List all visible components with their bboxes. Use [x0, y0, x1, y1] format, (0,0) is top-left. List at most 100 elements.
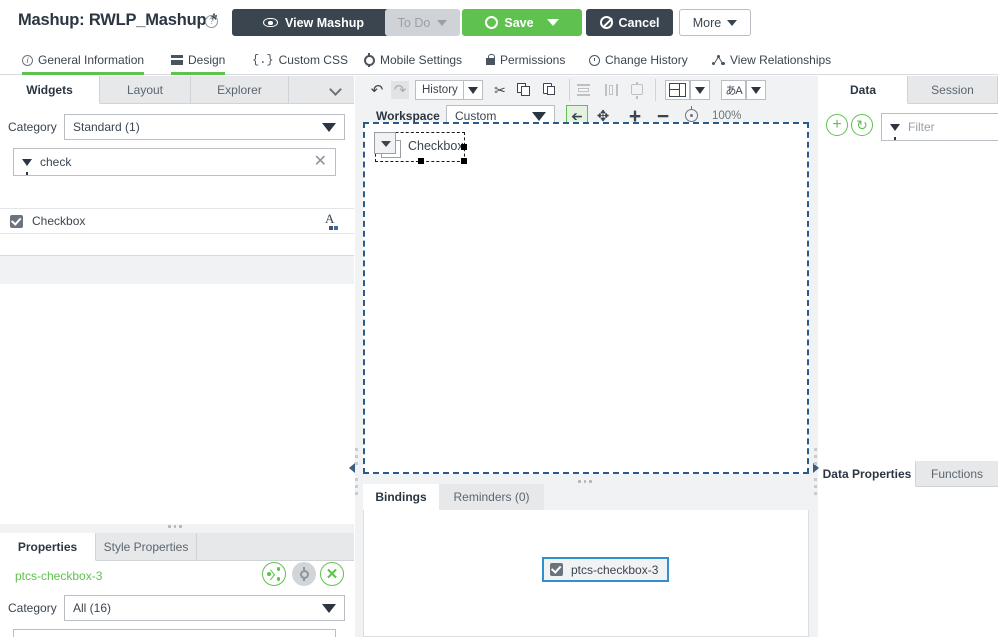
tab-custom-css[interactable]: {.} Custom CSS — [252, 45, 348, 75]
tab-functions[interactable]: Functions — [916, 461, 998, 487]
canvas-right-splitter[interactable] — [814, 448, 817, 465]
chevron-down-icon — [532, 111, 546, 121]
gear-icon[interactable] — [292, 562, 316, 586]
canvas-left-splitter-2[interactable] — [355, 478, 358, 495]
tab-mobile-settings[interactable]: Mobile Settings — [364, 45, 462, 75]
properties-panel: Properties Style Properties ptcs-checkbo… — [0, 533, 354, 637]
canvas-right-splitter-2[interactable] — [814, 478, 817, 495]
clear-filter-icon[interactable]: ✕ — [314, 154, 327, 170]
tab-explorer[interactable]: Explorer — [191, 76, 289, 104]
checkbox-icon — [550, 563, 563, 576]
tab-data-properties[interactable]: Data Properties — [819, 461, 916, 487]
tab-label: Permissions — [500, 53, 566, 67]
right-panel: Data Session + ↻ Filter Data Properties … — [819, 76, 998, 637]
tab-general-information[interactable]: i General Information — [22, 45, 145, 75]
widget-filter-input[interactable]: check ✕ — [13, 148, 336, 176]
chevron-down-icon — [727, 19, 738, 26]
resize-handle-e[interactable] — [461, 144, 467, 150]
data-filter-input[interactable]: Filter — [881, 113, 998, 141]
todo-label: To Do — [397, 15, 431, 30]
history-dropdown-button[interactable] — [463, 80, 483, 100]
tab-properties[interactable]: Properties — [0, 533, 96, 561]
bindings-panel-splitter[interactable] — [578, 480, 592, 483]
binding-chip-checkbox[interactable]: ptcs-checkbox-3 — [542, 557, 670, 582]
tab-data[interactable]: Data — [819, 76, 908, 104]
history-button[interactable]: History — [415, 80, 465, 100]
save-button[interactable]: Save — [462, 9, 582, 36]
refresh-circle-icon[interactable]: ↻ — [851, 114, 873, 136]
undo-arrow-icon[interactable]: ↶ — [368, 81, 386, 99]
more-button[interactable]: More — [679, 9, 751, 36]
cancel-button[interactable]: Cancel — [586, 9, 673, 36]
tab-label: Widgets — [26, 82, 73, 97]
design-canvas[interactable]: Checkbox — [363, 122, 809, 474]
chevron-down-icon — [322, 122, 336, 132]
property-filter-input[interactable]: Filter — [13, 629, 336, 637]
widgets-tabstrip: Widgets Layout Explorer — [0, 76, 354, 104]
panel-layout-button[interactable] — [665, 80, 690, 100]
copy-icon[interactable] — [517, 83, 530, 96]
left-panel-splitter[interactable] — [168, 525, 182, 528]
tab-label: Custom CSS — [278, 53, 348, 67]
property-category-select[interactable]: All (16) — [64, 595, 345, 621]
tab-session[interactable]: Session — [908, 76, 998, 104]
chevron-down-icon — [437, 19, 448, 26]
tab-layout[interactable]: Layout — [100, 76, 191, 104]
chevron-down-icon[interactable] — [329, 83, 342, 96]
lock-icon — [486, 54, 496, 65]
fit-to-screen-icon[interactable] — [685, 106, 698, 126]
save-ring-icon — [485, 16, 499, 29]
data-body: + ↻ Filter — [819, 104, 998, 478]
tab-design[interactable]: Design — [171, 45, 226, 75]
selected-widget-name: ptcs-checkbox-3 — [15, 569, 103, 583]
tab-style-properties[interactable]: Style Properties — [96, 533, 197, 561]
close-icon[interactable]: ✕ — [320, 562, 344, 586]
align-horizontal-icon — [577, 84, 590, 96]
resize-handle-se[interactable] — [461, 158, 467, 164]
tab-label: Reminders (0) — [453, 490, 530, 504]
app-header: Mashup: RWLP_Mashup * ? View Mashup To D… — [0, 0, 998, 45]
tab-view-relationships[interactable]: View Relationships — [712, 45, 831, 75]
localization-dropdown-button[interactable] — [746, 80, 766, 100]
page-title: Mashup: RWLP_Mashup * — [18, 11, 218, 29]
view-mashup-button[interactable]: View Mashup — [232, 9, 395, 36]
property-category-value: All (16) — [73, 601, 112, 615]
tab-reminders[interactable]: Reminders (0) — [439, 484, 544, 510]
paste-icon[interactable] — [543, 82, 556, 96]
info-circle-icon: i — [22, 54, 33, 66]
help-circle-icon[interactable]: ? — [205, 15, 218, 28]
data-properties-tabstrip: Data Properties Functions — [819, 461, 998, 487]
canvas-left-splitter[interactable] — [355, 448, 358, 465]
chevron-down-icon — [751, 86, 761, 94]
plus-circle-icon[interactable]: + — [826, 114, 848, 136]
property-category-row: Category All (16) — [8, 595, 345, 621]
category-label: Category — [8, 120, 57, 134]
tab-change-history[interactable]: Change History — [589, 45, 688, 75]
view-mashup-label: View Mashup — [285, 15, 364, 30]
widget-category-select[interactable]: Standard (1) — [64, 114, 345, 140]
chevron-down-icon — [468, 86, 478, 94]
tab-bindings[interactable]: Bindings — [363, 484, 439, 510]
widget-list-item-checkbox[interactable]: Checkbox A — [0, 208, 354, 234]
checkbox-icon — [10, 214, 23, 228]
dropdown-handle-icon[interactable] — [374, 132, 396, 154]
tab-label: Session — [931, 83, 974, 97]
properties-body: ptcs-checkbox-3 ✕ Category All (16) — [0, 561, 354, 637]
canvas-widget-checkbox[interactable]: Checkbox — [374, 132, 467, 164]
tab-permissions[interactable]: Permissions — [486, 45, 565, 75]
window-icon — [171, 55, 183, 65]
left-panel: Widgets Layout Explorer Category Standar… — [0, 76, 354, 637]
share-icon[interactable] — [262, 562, 286, 586]
panel-layout-dropdown-button[interactable] — [690, 80, 710, 100]
todo-button[interactable]: To Do — [385, 9, 460, 36]
scissors-icon[interactable]: ✂ — [491, 81, 509, 99]
localization-button[interactable]: あA — [721, 80, 746, 100]
redo-arrow-icon: ↷ — [391, 81, 409, 99]
more-label: More — [692, 15, 722, 30]
cancel-label: Cancel — [618, 15, 660, 30]
main-nav-tabs: i General Information Design {.} Custom … — [0, 45, 998, 75]
tab-label: View Relationships — [730, 53, 832, 67]
tab-widgets[interactable]: Widgets — [0, 76, 100, 104]
widget-filter-value: check — [40, 155, 72, 169]
resize-handle-s[interactable] — [418, 158, 424, 164]
